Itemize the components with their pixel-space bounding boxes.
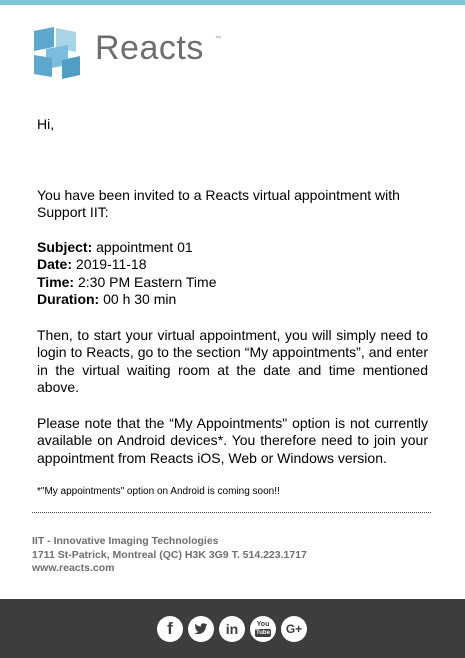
subject-row: Subject: appointment 01: [37, 239, 428, 257]
youtube-top-text: You: [256, 621, 270, 628]
facebook-glyph: f: [167, 619, 173, 638]
email-body: Hi, You have been invited to a Reacts vi…: [37, 116, 428, 498]
time-label: Time:: [37, 273, 75, 290]
date-row: Date: 2019-11-18: [37, 256, 428, 274]
instructions-text: Then, to start your virtual appointment,…: [37, 326, 428, 396]
brand-name: Reacts: [95, 29, 204, 67]
trademark-mark: ™: [215, 36, 221, 42]
android-coming-soon-note: *"My appointments" option on Android is …: [37, 486, 280, 497]
duration-label: Duration:: [37, 291, 100, 307]
company-address: 1711 St-Patrick, Montreal (QC) H3K 3G9 T…: [32, 548, 307, 561]
android-availability-note: Please note that the “My Appointments" o…: [37, 414, 428, 466]
twitter-bird-icon: [194, 623, 208, 635]
dotted-divider: [32, 512, 431, 513]
appointment-details: Subject: appointment 01 Date: 2019-11-18…: [37, 239, 428, 309]
youtube-bottom-text: Tube: [255, 629, 271, 637]
linkedin-glyph: in: [225, 621, 239, 637]
facebook-icon[interactable]: f: [157, 616, 183, 642]
youtube-icon[interactable]: You Tube: [250, 616, 276, 642]
duration-value: 00 h 30 min: [99, 291, 177, 307]
googleplus-glyph: G+: [285, 622, 303, 636]
subject-label: Subject:: [37, 238, 93, 255]
subject-value: appointment 01: [92, 238, 193, 255]
top-accent-bar: [0, 0, 465, 5]
greeting: Hi,: [37, 116, 55, 132]
duration-row: Duration: 00 h 30 min: [37, 291, 428, 309]
invitation-text: You have been invited to a Reacts virtua…: [37, 186, 400, 221]
twitter-icon[interactable]: [188, 616, 214, 642]
date-label: Date:: [37, 256, 73, 272]
reacts-logo-icon: [34, 27, 80, 79]
footer-bar: f in You Tube G+: [0, 599, 465, 658]
linkedin-icon[interactable]: in: [219, 616, 245, 642]
time-value: 2:30 PM Eastern Time: [74, 273, 217, 290]
company-info: IIT - Innovative Imaging Technologies 17…: [32, 535, 307, 576]
googleplus-icon[interactable]: G+: [281, 616, 307, 642]
company-name: IIT - Innovative Imaging Technologies: [32, 535, 219, 547]
company-website-link[interactable]: www.reacts.com: [32, 562, 307, 576]
time-row: Time: 2:30 PM Eastern Time: [37, 274, 428, 292]
date-value: 2019-11-18: [72, 256, 147, 272]
